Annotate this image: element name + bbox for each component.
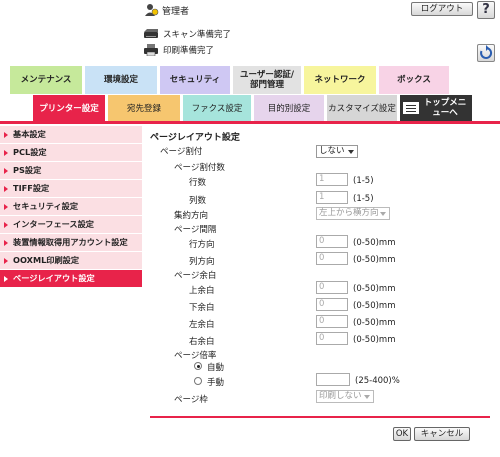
chevron-down-icon: [364, 395, 370, 399]
rows-range: (1-5): [353, 176, 374, 186]
margin-left-range: (0-50)mm: [353, 318, 396, 328]
sidebar-item-interface[interactable]: インターフェース設定: [0, 216, 142, 234]
tab-box[interactable]: ボックス: [379, 66, 449, 94]
refresh-icon: [480, 45, 493, 59]
cols-input[interactable]: 1: [316, 191, 348, 204]
sidebar-item-security[interactable]: セキュリティ設定: [0, 198, 142, 216]
tab-environment[interactable]: 環境設定: [85, 66, 157, 94]
tab-user-auth[interactable]: ユーザー認証/部門管理: [233, 66, 301, 94]
cols-range: (1-5): [353, 194, 374, 204]
row-spacing-label: 行方向: [189, 240, 215, 250]
user-name: 管理者: [162, 7, 190, 17]
margin-left-input[interactable]: 0: [316, 315, 348, 328]
help-button[interactable]: ?: [477, 1, 495, 19]
margin-bottom-input[interactable]: 0: [316, 298, 348, 311]
direction-select[interactable]: 左上から横方向: [316, 207, 390, 220]
margin-bottom-range: (0-50)mm: [353, 301, 396, 311]
sidebar-item-page-layout[interactable]: ページレイアウト設定: [0, 270, 142, 288]
top-menu-button[interactable]: トップメニューへ: [400, 95, 472, 121]
scanner-icon: [143, 28, 159, 40]
col-spacing-range: (0-50)mm: [353, 255, 396, 265]
col-spacing-label: 列方向: [189, 257, 215, 267]
ok-button[interactable]: OK: [393, 427, 411, 441]
margin-top-label: 上余白: [189, 286, 215, 296]
page-split-label: ページ割付: [160, 147, 203, 157]
scan-status: スキャン準備完了: [143, 27, 263, 41]
top-menu-label: トップメニューへ: [423, 98, 467, 118]
tab-underline: [0, 121, 500, 124]
margin-right-input[interactable]: 0: [316, 332, 348, 345]
tab-printer-settings[interactable]: プリンター設定: [33, 95, 105, 121]
rows-input[interactable]: 1: [316, 173, 348, 186]
scale-label: ページ倍率: [174, 351, 217, 361]
rows-label: 行数: [189, 178, 207, 188]
cancel-button[interactable]: キャンセル: [414, 427, 470, 441]
admin-icon: [145, 3, 159, 17]
print-status-text: 印刷準備完了: [163, 46, 215, 56]
sidebar-item-ooxml[interactable]: OOXML印刷設定: [0, 252, 142, 270]
scale-auto-label: 自動: [207, 363, 225, 373]
refresh-button[interactable]: [477, 44, 495, 62]
scale-manual-label: 手動: [207, 378, 225, 388]
page-split-select[interactable]: しない: [316, 145, 358, 158]
tab-address-registration[interactable]: 宛先登録: [108, 95, 180, 121]
sidebar-item-basic[interactable]: 基本設定: [0, 126, 142, 144]
tab-purpose-settings[interactable]: 目的別設定: [254, 95, 324, 121]
row-spacing-range: (0-50)mm: [353, 238, 396, 248]
tab-network[interactable]: ネットワーク: [304, 66, 376, 94]
sidebar: 基本設定 PCL設定 PS設定 TIFF設定 セキュリティ設定 インターフェース…: [0, 126, 142, 288]
tab-customize-settings[interactable]: カスタマイズ設定: [327, 95, 397, 121]
form-divider: [150, 416, 490, 418]
sidebar-item-device-account[interactable]: 装置情報取得用アカウント設定: [0, 234, 142, 252]
sidebar-item-pcl[interactable]: PCL設定: [0, 144, 142, 162]
page-split-value: しない: [319, 146, 345, 156]
sidebar-item-tiff[interactable]: TIFF設定: [0, 180, 142, 198]
chevron-down-icon: [380, 212, 386, 216]
printer-icon: [143, 44, 159, 57]
direction-label: 集約方向: [174, 211, 209, 221]
frame-label: ページ枠: [174, 395, 208, 405]
cols-label: 列数: [189, 196, 207, 206]
tab-security[interactable]: セキュリティ: [160, 66, 230, 94]
margin-label: ページ余白: [174, 271, 217, 281]
frame-value: 印刷しない: [319, 391, 362, 401]
margin-right-label: 右余白: [189, 337, 215, 347]
logout-button[interactable]: ログアウト: [411, 2, 473, 16]
scan-status-text: スキャン準備完了: [163, 30, 232, 40]
scale-auto-radio[interactable]: [194, 362, 202, 370]
margin-left-label: 左余白: [189, 320, 215, 330]
spacing-label: ページ間隔: [174, 225, 217, 235]
margin-right-range: (0-50)mm: [353, 335, 396, 345]
margin-top-range: (0-50)mm: [353, 284, 396, 294]
chevron-down-icon: [348, 150, 354, 154]
print-status: 印刷準備完了: [143, 43, 263, 57]
frame-select[interactable]: 印刷しない: [316, 390, 374, 403]
top-menu-icon: [403, 102, 419, 114]
scale-manual-input[interactable]: [316, 373, 350, 386]
scale-range: (25-400)%: [355, 376, 400, 386]
scale-manual-radio[interactable]: [194, 377, 202, 385]
row-spacing-input[interactable]: 0: [316, 235, 348, 248]
tab-maintenance[interactable]: メンテナンス: [10, 66, 82, 94]
margin-bottom-label: 下余白: [189, 303, 215, 313]
sidebar-item-ps[interactable]: PS設定: [0, 162, 142, 180]
page-title: ページレイアウト設定: [150, 133, 240, 143]
margin-top-input[interactable]: 0: [316, 281, 348, 294]
tab-fax-settings[interactable]: ファクス設定: [183, 95, 251, 121]
split-count-label: ページ割付数: [174, 163, 225, 173]
direction-value: 左上から横方向: [319, 208, 379, 218]
col-spacing-input[interactable]: 0: [316, 252, 348, 265]
